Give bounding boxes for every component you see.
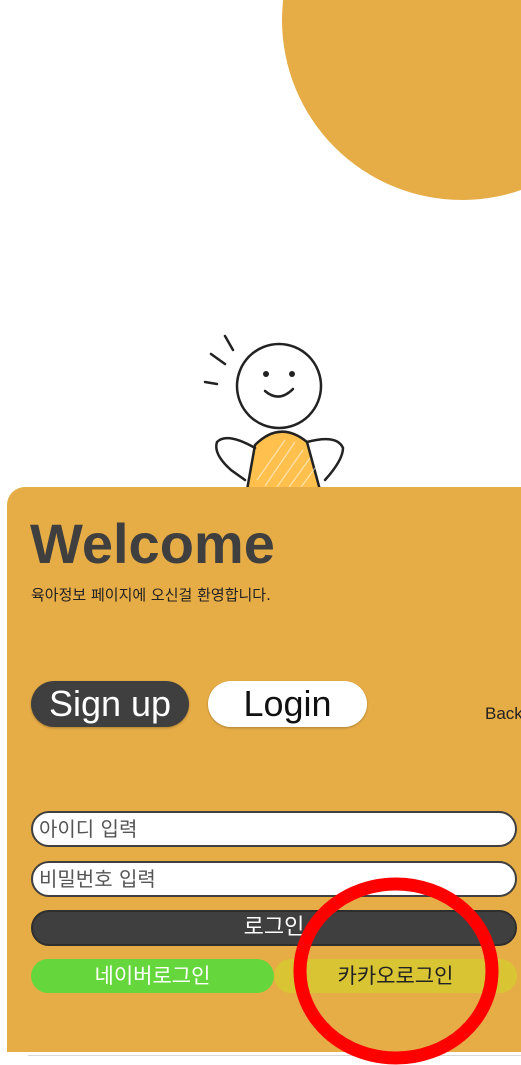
login-submit-button[interactable]: 로그인 <box>31 910 517 946</box>
login-page: Welcome 육아정보 페이지에 오신걸 환영합니다. Sign up Log… <box>0 0 521 1065</box>
back-link[interactable]: Back <box>485 704 521 724</box>
page-title: Welcome <box>30 512 275 575</box>
signup-button[interactable]: Sign up <box>31 681 189 727</box>
divider <box>28 1055 521 1056</box>
login-tab-button[interactable]: Login <box>208 681 367 727</box>
welcome-subtitle: 육아정보 페이지에 오신걸 환영합니다. <box>31 586 271 604</box>
id-input[interactable] <box>31 811 517 847</box>
password-input[interactable] <box>31 861 517 897</box>
naver-login-button[interactable]: 네이버로그인 <box>31 959 274 993</box>
kakao-login-button[interactable]: 카카오로그인 <box>274 959 517 993</box>
mascot-illustration <box>203 334 345 490</box>
decorative-circle <box>282 0 521 200</box>
